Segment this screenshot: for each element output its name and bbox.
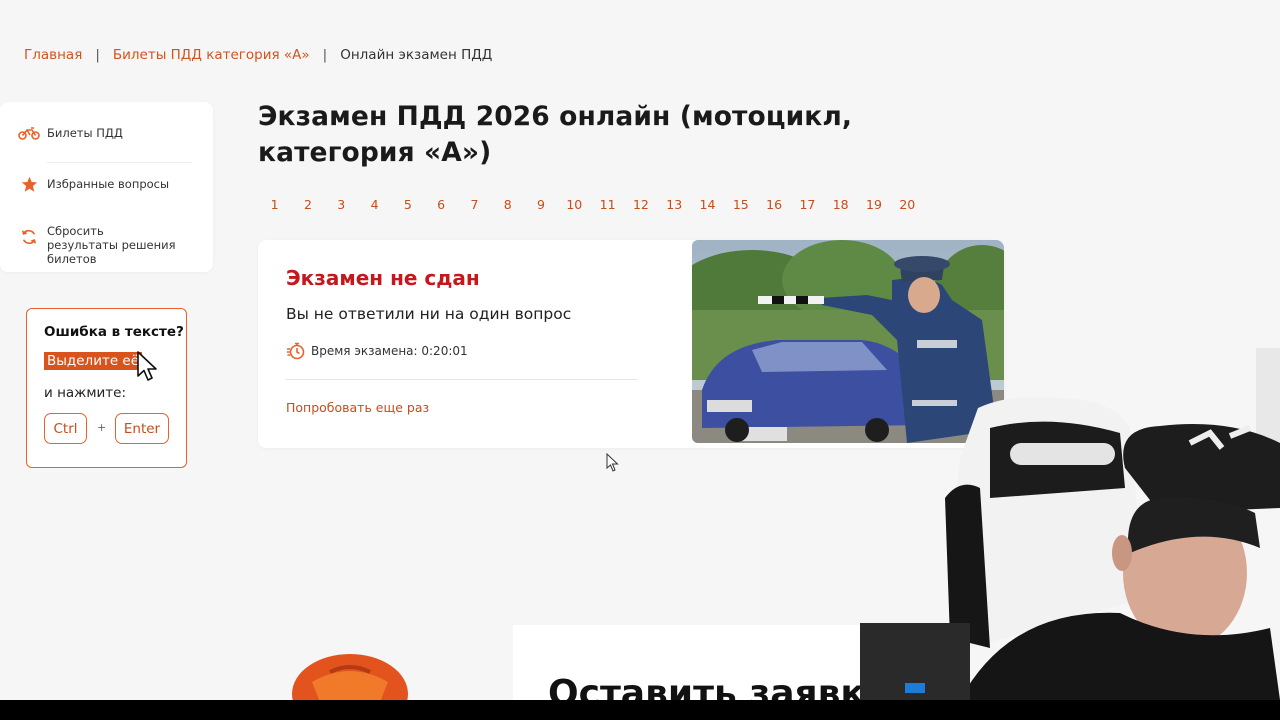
- motorcycle-icon: [18, 122, 40, 144]
- result-title: Экзамен не сдан: [286, 266, 480, 290]
- breadcrumb-separator: |: [322, 47, 328, 63]
- stopwatch-icon: [286, 341, 306, 361]
- breadcrumb-separator: |: [95, 47, 100, 63]
- typo-hint-highlight: Выделите её: [44, 352, 143, 370]
- breadcrumb-tickets[interactable]: Билеты ПДД категория «А»: [113, 47, 310, 63]
- typo-hint-title: Ошибка в тексте?: [44, 324, 184, 340]
- retry-link[interactable]: Попробовать еще раз: [286, 400, 429, 415]
- ticket-number[interactable]: 16: [757, 197, 790, 212]
- page-title: Экзамен ПДД 2026 онлайн (мотоцикл, катег…: [258, 101, 852, 168]
- result-subtitle: Вы не ответили ни на один вопрос: [286, 305, 572, 323]
- ticket-number[interactable]: 5: [391, 197, 424, 212]
- helmet-image: [290, 652, 410, 720]
- cursor-arrow-icon: [137, 351, 159, 387]
- breadcrumb-current: Онлайн экзамен ПДД: [340, 47, 493, 63]
- star-icon: [18, 173, 40, 195]
- ticket-number[interactable]: 4: [358, 197, 391, 212]
- ctrl-key: Ctrl: [44, 413, 87, 444]
- webcam-overlay: [860, 348, 1280, 700]
- enter-key: Enter: [115, 413, 169, 444]
- ticket-number[interactable]: 14: [691, 197, 724, 212]
- ticket-number-list: 1 2 3 4 5 6 7 8 9 10 11 12 13 14 15 16 1…: [258, 197, 924, 212]
- typo-hint-instruction: и нажмите:: [44, 385, 127, 401]
- plus-sign: +: [97, 421, 107, 434]
- ticket-number[interactable]: 9: [524, 197, 557, 212]
- ticket-number[interactable]: 6: [424, 197, 457, 212]
- ticket-number[interactable]: 12: [624, 197, 657, 212]
- breadcrumb: Главная | Билеты ПДД категория «А» | Онл…: [24, 47, 492, 63]
- exam-time: Время экзамена: 0:20:01: [286, 341, 468, 361]
- sidebar-divider: [47, 162, 192, 163]
- ticket-number[interactable]: 18: [824, 197, 857, 212]
- typo-hint-card: Ошибка в тексте? Выделите её и нажмите: …: [26, 308, 187, 468]
- ticket-number[interactable]: 3: [325, 197, 358, 212]
- ticket-number[interactable]: 15: [724, 197, 757, 212]
- ticket-number[interactable]: 1: [258, 197, 291, 212]
- sidebar-item-favorites[interactable]: Избранные вопросы: [18, 173, 169, 195]
- ticket-number[interactable]: 2: [291, 197, 324, 212]
- mouse-cursor-icon: [606, 452, 620, 477]
- ticket-number[interactable]: 8: [491, 197, 524, 212]
- sidebar-item-reset[interactable]: Сбросить результаты решения билетов: [18, 224, 177, 266]
- sidebar-item-tickets[interactable]: Билеты ПДД: [18, 122, 123, 144]
- ticket-number[interactable]: 19: [857, 197, 890, 212]
- ticket-number[interactable]: 7: [458, 197, 491, 212]
- ticket-number[interactable]: 13: [658, 197, 691, 212]
- exam-time-label: Время экзамена: 0:20:01: [311, 344, 468, 358]
- ticket-number[interactable]: 10: [558, 197, 591, 212]
- ticket-number[interactable]: 17: [791, 197, 824, 212]
- breadcrumb-home[interactable]: Главная: [24, 47, 82, 63]
- refresh-icon: [18, 226, 40, 248]
- bottom-black-bar: [0, 700, 1280, 720]
- result-divider: [286, 379, 638, 380]
- ticket-number[interactable]: 11: [591, 197, 624, 212]
- sidebar-item-label: Билеты ПДД: [47, 126, 123, 140]
- ticket-number[interactable]: 20: [891, 197, 924, 212]
- sidebar-item-label: Сбросить результаты решения билетов: [47, 224, 176, 266]
- sidebar-item-label: Избранные вопросы: [47, 177, 170, 191]
